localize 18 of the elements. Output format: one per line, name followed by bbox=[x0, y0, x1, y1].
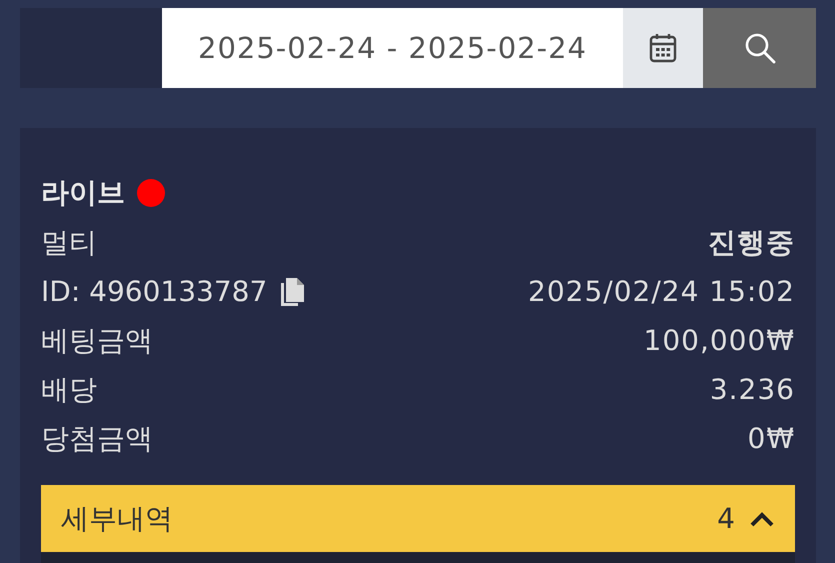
row-label: 배당 bbox=[41, 372, 97, 408]
calendar-icon bbox=[649, 33, 677, 63]
row-label: 당첨금액 bbox=[41, 420, 153, 456]
search-button[interactable] bbox=[703, 8, 816, 88]
row-label: 베팅금액 bbox=[41, 322, 153, 358]
row-value: 2025/02/24 15:02 bbox=[528, 275, 795, 308]
row-value: 0₩ bbox=[748, 422, 795, 455]
search-icon bbox=[744, 32, 776, 64]
copy-icon[interactable] bbox=[279, 276, 306, 308]
date-range-field[interactable]: 2025-02-24 - 2025-02-24 bbox=[162, 8, 623, 88]
row-value: 3.236 bbox=[710, 373, 795, 406]
row-value: 100,000₩ bbox=[644, 324, 795, 357]
bet-type-title: 라이브 bbox=[41, 175, 125, 211]
calendar-button[interactable] bbox=[623, 8, 703, 88]
row-label: ID: 4960133787 bbox=[41, 275, 268, 308]
row-label: 멀티 bbox=[41, 224, 97, 260]
details-toggle[interactable]: 세부내역 4 bbox=[41, 485, 795, 552]
row-value: 진행중 bbox=[708, 224, 795, 260]
